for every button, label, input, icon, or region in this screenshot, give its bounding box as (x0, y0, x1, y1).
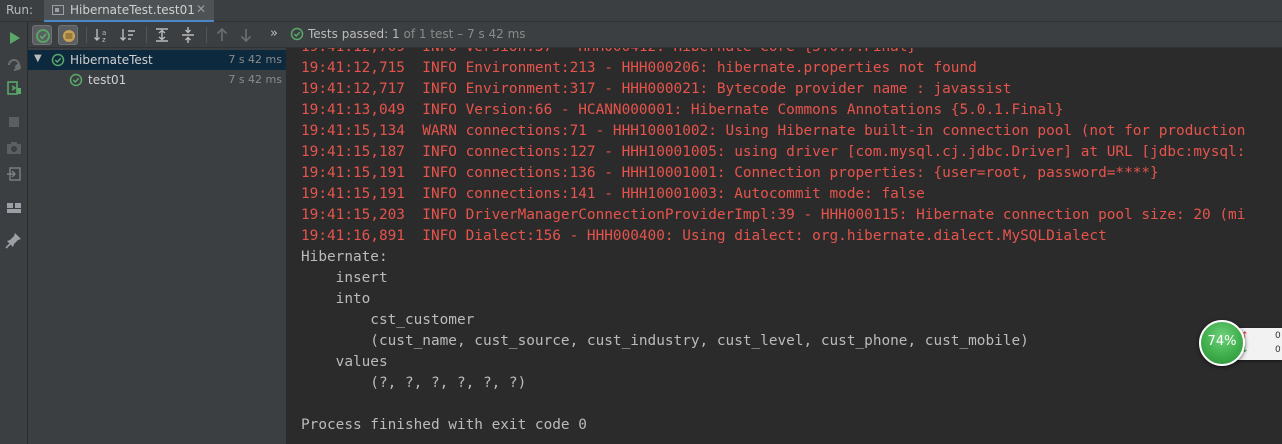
console-line: Hibernate: (301, 249, 397, 265)
console-lines: 19:41:12,709 INFO Version:37 - HHH000412… (301, 48, 1245, 436)
show-passed-toggle[interactable] (32, 25, 52, 45)
tree-item-hibernatetest[interactable]: ▼ HibernateTest 7 s 42 ms (28, 50, 286, 70)
console-line: (cust_name, cust_source, cust_industry, … (301, 333, 1038, 349)
pin-icon (5, 233, 21, 249)
sort-alpha-icon: a z (94, 29, 106, 44)
console-line: 19:41:12,715 INFO Environment:213 - HHH0… (301, 60, 977, 76)
layout-icon (7, 203, 21, 213)
exit-button[interactable] (4, 164, 24, 184)
previous-failed-test-button[interactable] (212, 25, 232, 45)
tree-item-label: HibernateTest (70, 53, 153, 67)
run-tab-bar: Run: HibernateTest.test01 ✕ (0, 0, 1282, 22)
tree-item-test01[interactable]: test01 7 s 42 ms (28, 70, 286, 90)
console-output[interactable]: 19:41:12,709 INFO Version:37 - HHH000412… (287, 48, 1282, 444)
check-circle-icon (290, 27, 304, 44)
chevron-down-icon[interactable]: ▼ (34, 53, 42, 64)
console-line: 19:41:12,717 INFO Environment:317 - HHH0… (301, 81, 1012, 97)
tree-item-time: 7 s 42 ms (228, 73, 282, 86)
arrow-down-icon (240, 29, 252, 43)
check-circle-icon (51, 53, 65, 70)
expand-all-button[interactable] (152, 25, 172, 45)
rerun-failed-icon (8, 59, 21, 71)
restore-layout-button[interactable] (4, 198, 24, 218)
console-line: Process finished with exit code 0 (301, 417, 587, 433)
console-line: insert (301, 270, 397, 286)
test-tree: ▼ HibernateTest 7 s 42 ms test01 7 s 42 … (28, 48, 287, 444)
rerun-failed-button[interactable] (4, 53, 24, 73)
download-value: 0 (1275, 345, 1281, 355)
console-line: values (301, 354, 388, 370)
run-config-icon (52, 5, 64, 15)
upload-value: 0 (1275, 331, 1281, 341)
console-line: 19:41:15,187 INFO connections:127 - HHH1… (301, 144, 1246, 160)
console-line: 19:41:15,134 WARN connections:71 - HHH10… (301, 123, 1246, 139)
pin-tab-button[interactable] (4, 230, 24, 250)
toggle-auto-test-button[interactable] (4, 78, 24, 98)
run-side-toolbar (0, 22, 28, 444)
console-line: 19:41:15,203 INFO DriverManagerConnectio… (301, 207, 1246, 223)
sort-alphabetically-button[interactable]: a z (92, 25, 112, 45)
next-failed-test-button[interactable] (236, 25, 256, 45)
auto-test-icon (7, 81, 21, 95)
run-tab[interactable]: HibernateTest.test01 ✕ (44, 0, 214, 22)
console-line: 19:41:15,191 INFO connections:141 - HHH1… (301, 186, 925, 202)
exit-icon (7, 167, 21, 181)
console-line: 19:41:15,191 INFO connections:136 - HHH1… (301, 165, 1159, 181)
status-count: 1 (392, 27, 400, 41)
dump-threads-button[interactable] (4, 138, 24, 158)
sort-by-duration-button[interactable] (118, 25, 138, 45)
console-line: 19:41:16,891 INFO Dialect:156 - HHH00040… (301, 228, 1107, 244)
stop-icon (9, 117, 19, 127)
tree-item-label: test01 (88, 73, 127, 87)
rerun-button[interactable] (4, 28, 24, 48)
status-prefix: Tests passed: (308, 27, 393, 41)
sort-duration-icon (120, 29, 135, 41)
speed-widget[interactable]: ↑ ↓ 0 0 74% (1199, 320, 1282, 368)
collapse-all-icon (182, 27, 194, 43)
console-line: cst_customer (301, 312, 475, 328)
stop-button[interactable] (4, 112, 24, 132)
tree-item-time: 7 s 42 ms (228, 53, 282, 66)
test-status: Tests passed: 1 of 1 test – 7 s 42 ms (290, 27, 526, 44)
check-circle-icon (36, 29, 50, 43)
console-line: 19:41:12,709 INFO Version:37 - HHH000412… (301, 48, 1245, 58)
expand-all-icon (156, 28, 168, 42)
console-line: (?, ?, ?, ?, ?, ?) (301, 375, 527, 391)
usage-percent: 74% (1207, 334, 1237, 349)
run-tab-title: HibernateTest.test01 (70, 3, 195, 17)
console-line: into (301, 291, 371, 307)
console-line: 19:41:13,049 INFO Version:66 - HCANN0000… (301, 102, 1064, 118)
play-icon (10, 32, 20, 44)
status-mid: of 1 test (399, 27, 454, 41)
arrow-up-icon (216, 27, 228, 41)
run-label: Run: (6, 3, 34, 17)
check-circle-icon (69, 73, 83, 90)
status-time: – 7 s 42 ms (453, 27, 526, 41)
test-runner-toolbar: a z » Tests passed: 1 of 1 test – 7 s 42… (28, 22, 1282, 48)
svg-text:z: z (102, 36, 106, 44)
ignored-test-icon (63, 30, 75, 42)
show-ignored-toggle[interactable] (58, 25, 78, 45)
more-actions-chevron-icon[interactable]: » (270, 26, 278, 41)
close-icon[interactable]: ✕ (196, 2, 206, 16)
collapse-all-button[interactable] (178, 25, 198, 45)
camera-icon (7, 142, 21, 154)
